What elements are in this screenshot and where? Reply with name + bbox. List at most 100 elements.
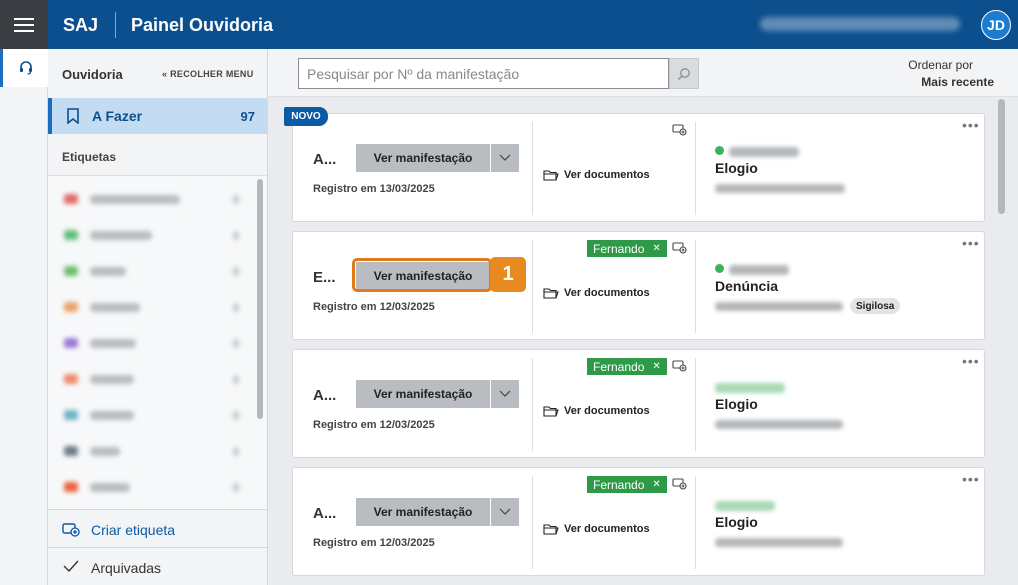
step-badge: 1 [490,257,526,292]
avatar[interactable]: JD [981,10,1011,40]
view-documents-label: Ver documentos [564,287,650,299]
list-item[interactable] [48,398,253,434]
create-tag-label: Criar etiqueta [91,522,176,538]
sidebar: Ouvidoria « RECOLHER MENU A Fazer 97 Eti… [48,49,268,585]
manifestation-type: Denúncia [715,278,779,294]
search-button[interactable] [669,58,699,89]
chevron-down-icon [499,154,511,161]
add-tag-icon[interactable] [672,242,688,254]
collapse-menu-label: RECOLHER MENU [170,69,254,79]
sidebar-scrollbar[interactable] [257,179,263,419]
folder-icon [543,524,559,535]
manifestation-type: Elogio [715,396,758,412]
list-item[interactable] [48,290,253,326]
list-item[interactable] [48,182,253,218]
view-manifestation-button[interactable]: Ver manifestação [356,380,490,408]
rail-item-ouvidoria[interactable] [0,49,48,87]
tag-chip[interactable]: Fernando ✕ [587,358,667,375]
registration-date: Registro em 13/03/2025 [313,183,435,195]
status-dot [715,264,724,273]
sort-label: Ordenar por [908,58,973,72]
search-bar: Ordenar por Mais recente [268,49,1018,97]
list-item[interactable] [48,218,253,254]
divider [695,122,696,215]
archived-button[interactable]: Arquivadas [48,547,267,585]
registration-date: Registro em 12/03/2025 [313,537,435,549]
add-tag-icon[interactable] [672,124,688,136]
brand-logo: SAJ [63,15,99,35]
search-icon [677,67,690,80]
view-documents-link[interactable]: Ver documentos [543,523,650,535]
icon-rail [0,49,48,585]
manifestation-card: A... Ver manifestação Registro em 13/03/… [292,113,985,222]
step-highlight [352,258,492,292]
manifestation-type: Elogio [715,160,758,176]
list-item[interactable] [48,434,253,470]
close-icon[interactable]: ✕ [652,361,660,372]
tags-list [48,175,267,509]
sort-select[interactable]: Mais recente [921,75,994,89]
tag-chip[interactable]: Fernando ✕ [587,240,667,257]
view-documents-label: Ver documentos [564,405,650,417]
confidential-badge: Sigilosa [850,298,901,314]
more-options-icon[interactable]: ••• [962,354,980,368]
tag-chip-label: Fernando [593,241,645,256]
new-badge: NOVO [284,107,328,126]
menu-icon[interactable] [0,0,48,49]
view-manifestation-button[interactable]: Ver manifestação [356,498,490,526]
actions-dropdown-button[interactable] [491,144,519,172]
divider [532,476,533,569]
protocol-redacted [715,302,843,311]
sidebar-title: Ouvidoria [62,67,123,82]
divider [695,476,696,569]
add-tag-icon[interactable] [672,360,688,372]
view-documents-link[interactable]: Ver documentos [543,287,650,299]
status-dot [715,146,724,155]
more-options-icon[interactable]: ••• [962,236,980,250]
card-title: A... [313,387,337,404]
list-item[interactable] [48,326,253,362]
divider [532,122,533,215]
registration-date: Registro em 12/03/2025 [313,419,435,431]
list-item[interactable] [48,362,253,398]
close-icon[interactable]: ✕ [652,479,660,490]
list-item[interactable] [48,470,253,506]
actions-dropdown-button[interactable] [491,498,519,526]
archived-label: Arquivadas [91,560,162,576]
add-tag-icon[interactable] [672,478,688,490]
view-documents-label: Ver documentos [564,523,650,535]
more-options-icon[interactable]: ••• [962,118,980,132]
tag-chip[interactable]: Fernando ✕ [587,476,667,493]
sidebar-item-a-fazer[interactable]: A Fazer 97 [48,98,267,134]
divider [532,358,533,451]
card-title: E... [313,269,336,286]
bookmark-icon [67,108,79,124]
list-item[interactable] [48,254,253,290]
responsible-redacted [729,265,789,275]
brand-divider [115,12,116,38]
tags-section-title: Etiquetas [62,150,117,164]
main-scrollbar[interactable] [998,99,1005,214]
chevron-down-icon [499,390,511,397]
more-options-icon[interactable]: ••• [962,472,980,486]
search-input[interactable] [298,58,669,89]
manifestation-type: Elogio [715,514,758,530]
collapse-menu-button[interactable]: « RECOLHER MENU [162,69,254,79]
chevron-down-icon [499,508,511,515]
headset-icon [19,61,32,75]
add-tag-icon [62,523,80,537]
view-manifestation-button[interactable]: Ver manifestação [356,144,490,172]
actions-dropdown-button[interactable] [491,380,519,408]
page-title: Painel Ouvidoria [131,15,274,35]
divider [532,240,533,333]
view-documents-link[interactable]: Ver documentos [543,169,650,181]
protocol-redacted [715,184,845,193]
divider [695,240,696,333]
close-icon[interactable]: ✕ [652,243,660,254]
user-name-redacted [760,17,960,31]
divider [695,358,696,451]
folder-icon [543,170,559,181]
create-tag-button[interactable]: Criar etiqueta [48,509,267,547]
view-documents-link[interactable]: Ver documentos [543,405,650,417]
protocol-redacted [715,538,843,547]
